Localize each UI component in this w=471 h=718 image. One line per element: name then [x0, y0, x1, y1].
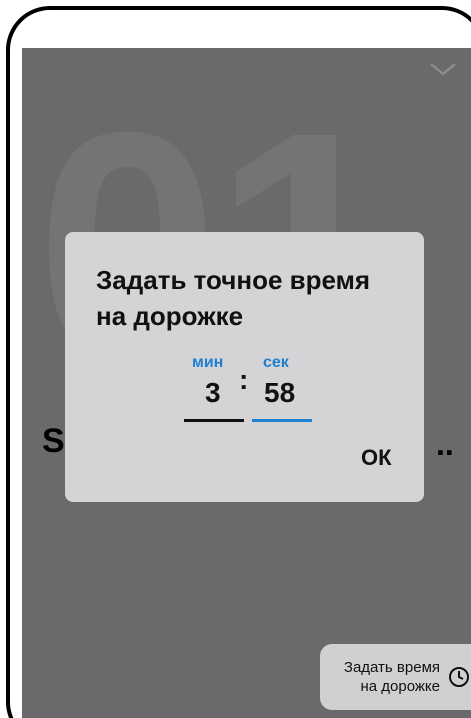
seconds-input[interactable]: 58: [264, 377, 295, 409]
chevron-down-icon[interactable]: [428, 60, 458, 78]
background-heading-ellipsis: ..: [436, 426, 454, 462]
minutes-input[interactable]: 3: [205, 377, 221, 409]
dialog-title: Задать точное время на дорожке: [96, 265, 371, 331]
clock-icon: [449, 667, 469, 687]
seconds-underline: [252, 419, 312, 422]
set-time-button[interactable]: Задать время на дорожке: [320, 644, 471, 710]
set-time-dialog: Задать точное время на дорожке мин сек 3…: [65, 232, 424, 502]
minutes-underline: [184, 419, 244, 422]
phone-frame: 01 Se .. Задать время на дорожке Задать …: [6, 6, 471, 718]
seconds-label: сек: [263, 354, 289, 371]
time-separator: :: [239, 364, 249, 395]
set-time-button-label: Задать время на дорожке: [343, 659, 440, 695]
ok-button[interactable]: ОК: [361, 445, 392, 471]
minutes-label: мин: [192, 354, 224, 371]
